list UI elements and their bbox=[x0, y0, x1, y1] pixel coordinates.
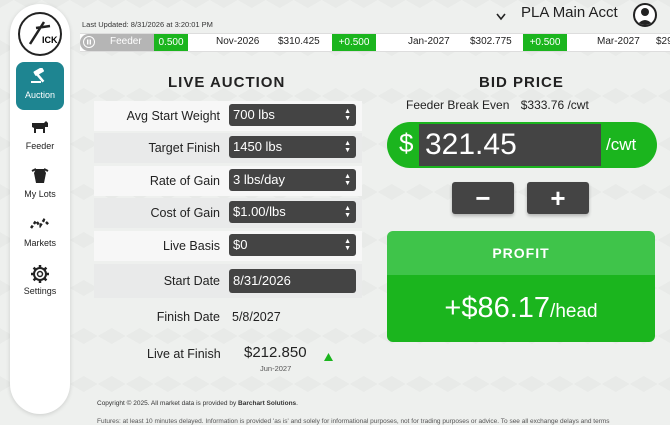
field-row: Avg Start Weight 700 lbs ▲ ▼ bbox=[94, 101, 362, 131]
sidebar-item-feeder[interactable]: Feeder bbox=[16, 119, 64, 151]
rate-of-gain-select[interactable]: 3 lbs/day ▲ ▼ bbox=[229, 169, 356, 191]
ticker-month: Mar-2027 bbox=[597, 36, 640, 47]
live-at-finish-price: $212.850 bbox=[244, 344, 307, 361]
target-finish-select[interactable]: 1450 lbs ▲ ▼ bbox=[229, 136, 356, 158]
break-even-value: $333.76 /cwt bbox=[520, 98, 589, 112]
sidebar-item-my-lots[interactable]: My Lots bbox=[16, 167, 64, 199]
updown-arrow-icon: ▲ ▼ bbox=[344, 238, 351, 252]
disclaimer-text: Futures: at least 10 minutes delayed. In… bbox=[97, 418, 610, 425]
copyright-text: Copyright © 2025. All market data is pro… bbox=[97, 400, 298, 407]
sidebar-item-settings[interactable]: Settings bbox=[16, 264, 64, 296]
sidebar-item-auction[interactable]: Auction bbox=[16, 62, 64, 110]
select-value: $0 bbox=[233, 237, 248, 252]
field-row: Rate of Gain 3 lbs/day ▲ ▼ bbox=[94, 166, 362, 196]
break-even: Feeder Break Even $333.76 /cwt bbox=[406, 98, 589, 112]
sidebar-item-label: Markets bbox=[23, 238, 56, 248]
select-value: 3 lbs/day bbox=[233, 172, 286, 187]
field-label: Avg Start Weight bbox=[126, 109, 220, 123]
live-at-finish-label: Live at Finish bbox=[147, 347, 221, 361]
select-value: $1.00/lbs bbox=[233, 204, 286, 219]
decrease-price-button[interactable]: − bbox=[452, 182, 514, 214]
field-row: Finish Date 5/8/2027 bbox=[94, 302, 362, 332]
user-icon bbox=[637, 8, 653, 25]
bid-price-field: $ 321.45 /cwt bbox=[387, 122, 657, 168]
break-even-label: Feeder Break Even bbox=[406, 98, 510, 112]
ticker-change: 0.500 bbox=[154, 34, 188, 51]
field-row: Target Finish 1450 lbs ▲ ▼ bbox=[94, 133, 362, 163]
sidebar-item-label: My Lots bbox=[24, 189, 56, 199]
updown-arrow-icon: ▲ ▼ bbox=[344, 108, 351, 122]
start-date-input[interactable]: 8/31/2026 bbox=[229, 269, 356, 293]
ticker-feeder-segment: Feeder bbox=[80, 34, 154, 51]
currency-symbol: $ bbox=[399, 128, 414, 158]
sidebar-item-label: Auction bbox=[24, 90, 56, 100]
field-label: Rate of Gain bbox=[149, 174, 220, 188]
svg-text:ICK: ICK bbox=[42, 35, 58, 45]
field-row: Start Date 8/31/2026 bbox=[94, 264, 362, 298]
up-arrow-icon bbox=[324, 348, 333, 366]
updown-arrow-icon: ▲ ▼ bbox=[344, 140, 351, 154]
field-label: Finish Date bbox=[156, 310, 220, 324]
live-auction-title: LIVE AUCTION bbox=[168, 74, 286, 91]
input-value: 8/31/2026 bbox=[233, 273, 291, 288]
updown-arrow-icon: ▲ ▼ bbox=[344, 205, 351, 219]
ticker-change: +0.500 bbox=[523, 34, 567, 51]
field-label: Live Basis bbox=[163, 239, 220, 253]
logo-icon: ICK bbox=[28, 21, 58, 45]
copyright-period: . bbox=[296, 400, 298, 407]
sidebar-item-markets[interactable]: Markets bbox=[16, 216, 64, 248]
ticker-month: Nov-2026 bbox=[216, 36, 260, 47]
bid-price-title: BID PRICE bbox=[479, 74, 564, 91]
user-avatar[interactable] bbox=[633, 3, 657, 27]
bid-price-unit: /cwt bbox=[606, 135, 637, 154]
field-row: Live Basis $0 ▲ ▼ bbox=[94, 231, 362, 261]
cow-icon bbox=[16, 119, 64, 141]
profit-label: PROFIT bbox=[387, 231, 655, 275]
last-updated-text: Last Updated: 8/31/2026 at 3:20:01 PM bbox=[82, 20, 213, 29]
app-logo[interactable]: ICK bbox=[18, 12, 62, 56]
updown-arrow-icon: ▲ ▼ bbox=[344, 173, 351, 187]
field-row: Cost of Gain $1.00/lbs ▲ ▼ bbox=[94, 198, 362, 228]
sidebar: ICK Auction Feeder My Lots Markets Setti… bbox=[10, 4, 70, 414]
ticker-price: $302.775 bbox=[470, 36, 512, 47]
account-selector[interactable]: PLA Main Acct bbox=[521, 4, 618, 21]
increase-price-button[interactable]: + bbox=[527, 182, 589, 214]
cost-of-gain-select[interactable]: $1.00/lbs ▲ ▼ bbox=[229, 201, 356, 223]
select-value: 1450 lbs bbox=[233, 139, 283, 154]
ticker-feeder-label: Feeder bbox=[110, 36, 142, 47]
field-label: Cost of Gain bbox=[150, 206, 220, 220]
copyright-label: Copyright © 2025. All market data is pro… bbox=[97, 400, 239, 407]
profit-body: +$86.17/head bbox=[387, 275, 655, 342]
field-label: Start Date bbox=[163, 274, 220, 288]
avg-start-weight-select[interactable]: 700 lbs ▲ ▼ bbox=[229, 104, 356, 126]
profit-unit: /head bbox=[550, 301, 598, 322]
profit-panel: PROFIT +$86.17/head bbox=[387, 231, 655, 342]
finish-date-value: 5/8/2027 bbox=[232, 310, 281, 324]
ticker-price: $310.425 bbox=[278, 36, 320, 47]
live-basis-select[interactable]: $0 ▲ ▼ bbox=[229, 234, 356, 256]
gavel-icon bbox=[16, 62, 64, 84]
live-at-finish-month: Jun-2027 bbox=[260, 364, 292, 373]
gear-icon bbox=[16, 264, 64, 286]
market-ticker: Feeder 0.500 Nov-2026 $310.425 +0.500 Ja… bbox=[80, 33, 670, 52]
profit-value: +$86.17 bbox=[444, 292, 551, 324]
ticker-month: Jan-2027 bbox=[408, 36, 450, 47]
select-value: 700 lbs bbox=[233, 107, 275, 122]
provider-link[interactable]: Barchart Solutions bbox=[238, 400, 296, 407]
field-label: Target Finish bbox=[148, 141, 220, 155]
chevron-down-icon[interactable] bbox=[496, 8, 506, 26]
markets-icon bbox=[16, 216, 64, 238]
ticker-price: $29 bbox=[656, 36, 670, 47]
lots-icon bbox=[16, 167, 64, 189]
bid-price-input[interactable]: 321.45 bbox=[419, 124, 601, 166]
ticker-change: +0.500 bbox=[332, 34, 376, 51]
sidebar-item-label: Feeder bbox=[25, 141, 55, 151]
pause-icon[interactable] bbox=[83, 36, 95, 48]
sidebar-item-label: Settings bbox=[23, 286, 57, 296]
